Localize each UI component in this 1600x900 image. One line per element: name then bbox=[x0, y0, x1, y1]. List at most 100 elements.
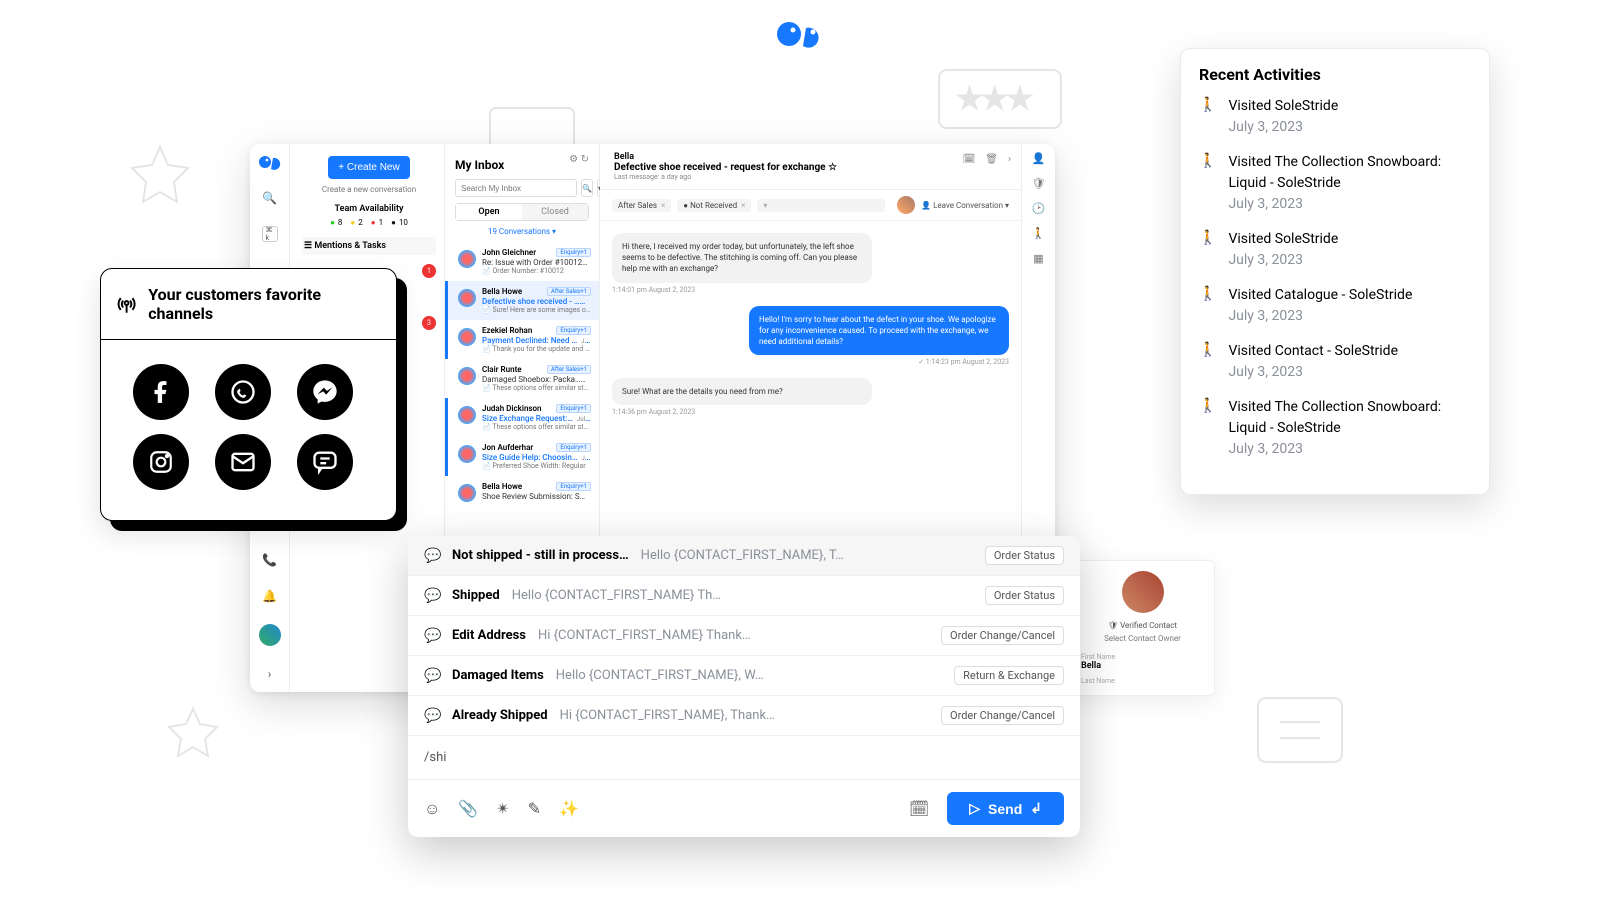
phone-icon[interactable]: 📞 bbox=[262, 552, 278, 568]
conversation-count[interactable]: 19 Conversations ▾ bbox=[445, 227, 599, 236]
conversation-item[interactable]: Clair RunteAfter Sales+1 Damaged Shoebox… bbox=[445, 359, 599, 398]
add-tag[interactable]: ▾ bbox=[757, 199, 885, 212]
activities-card: Recent Activities 🚶 Visited SoleStrideJu… bbox=[1180, 48, 1490, 495]
contact-avatar bbox=[1122, 571, 1164, 613]
conversation-item[interactable]: Jon AufderharEnquiry+1 Size Guide Help: … bbox=[445, 437, 599, 476]
shortcut-icon[interactable]: ⌘ k bbox=[262, 226, 278, 242]
avatar-icon bbox=[458, 406, 476, 424]
instagram-icon[interactable] bbox=[133, 434, 189, 490]
conversation-item[interactable]: Bella HoweEnquiry+1 Shoe Review Submissi… bbox=[445, 476, 599, 508]
walk-icon: 🚶 bbox=[1199, 341, 1216, 383]
message-bubble: Sure! What are the details you need from… bbox=[612, 378, 872, 405]
category-pill: Order Status bbox=[985, 546, 1064, 565]
thread-subject: Defective shoe received - request for ex… bbox=[614, 162, 1007, 173]
quick-reply-row[interactable]: 💬 Damaged Items Hello {CONTACT_FIRST_NAM… bbox=[408, 656, 1080, 696]
shield-icon[interactable]: 🛡 bbox=[1032, 177, 1046, 190]
magic-icon[interactable]: ✨ bbox=[559, 799, 579, 818]
avatar-icon bbox=[458, 289, 476, 307]
edit-icon[interactable]: ✎ bbox=[528, 799, 541, 818]
settings-icon[interactable]: ⚙ bbox=[569, 154, 578, 165]
facebook-icon[interactable] bbox=[133, 364, 189, 420]
quick-reply-row[interactable]: 💬 Edit Address Hi {CONTACT_FIRST_NAME} T… bbox=[408, 616, 1080, 656]
clock-icon[interactable]: 🕑 bbox=[1032, 202, 1046, 215]
bell-icon[interactable]: 🔔 bbox=[262, 588, 278, 604]
avatar-icon bbox=[458, 367, 476, 385]
avatar-icon bbox=[458, 250, 476, 268]
reply-icon: 💬 bbox=[424, 708, 440, 724]
activity-icon[interactable]: 🚶 bbox=[1032, 227, 1046, 240]
create-subtext: Create a new conversation bbox=[302, 185, 436, 194]
tab-closed[interactable]: Closed bbox=[522, 204, 588, 220]
contact-panel: 🛡 Verified Contact Select Contact Owner … bbox=[1070, 560, 1215, 696]
avatar-icon bbox=[458, 328, 476, 346]
reply-icon: 💬 bbox=[424, 628, 440, 644]
quick-reply-row[interactable]: 💬 Already Shipped Hi {CONTACT_FIRST_NAME… bbox=[408, 696, 1080, 736]
leave-conversation[interactable]: 👤 Leave Conversation ▾ bbox=[921, 201, 1009, 210]
brand-mark-icon bbox=[259, 154, 281, 170]
schedule-icon[interactable]: 🗓 bbox=[909, 799, 929, 818]
first-name-value: Bella bbox=[1081, 661, 1204, 671]
calendar-icon[interactable]: 🗓 bbox=[963, 154, 976, 165]
emoji-icon[interactable]: ☺ bbox=[424, 799, 440, 819]
search-icon[interactable]: 🔍 bbox=[262, 190, 278, 206]
contact-icon[interactable]: 👤 bbox=[1032, 152, 1046, 165]
reply-icon: 💬 bbox=[424, 548, 440, 564]
walk-icon: 🚶 bbox=[1199, 152, 1216, 215]
activity-item: 🚶 Visited SoleStrideJuly 3, 2023 bbox=[1199, 96, 1471, 138]
email-icon[interactable] bbox=[215, 434, 271, 490]
avatar-icon bbox=[458, 445, 476, 463]
expand-icon[interactable]: › bbox=[262, 666, 278, 682]
channels-card: Your customers favorite channels bbox=[100, 268, 397, 521]
contact-owner[interactable]: Select Contact Owner bbox=[1081, 634, 1204, 643]
ai-icon[interactable]: ✴ bbox=[496, 799, 509, 818]
category-pill: Order Change/Cancel bbox=[941, 706, 1064, 725]
walk-icon: 🚶 bbox=[1199, 96, 1216, 138]
assignee-avatar[interactable] bbox=[897, 196, 915, 214]
channels-title: Your customers favorite channels bbox=[148, 285, 382, 323]
reply-icon: 💬 bbox=[424, 668, 440, 684]
mentions-tasks[interactable]: ☰ Mentions & Tasks bbox=[302, 237, 436, 255]
whatsapp-icon[interactable] bbox=[215, 364, 271, 420]
quick-reply-row[interactable]: 💬 Not shipped - still in process… Hello … bbox=[408, 536, 1080, 576]
thread-tag[interactable]: After Sales× bbox=[612, 199, 671, 212]
activities-heading: Recent Activities bbox=[1199, 65, 1471, 84]
walk-icon: 🚶 bbox=[1199, 229, 1216, 271]
thread-contact-name: Bella bbox=[614, 152, 1007, 162]
attachment-icon[interactable]: 📎 bbox=[458, 799, 478, 818]
create-new-button[interactable]: + Create New bbox=[328, 156, 409, 179]
composer-input[interactable]: /shi bbox=[408, 736, 1080, 780]
activity-item: 🚶 Visited The Collection Snowboard: Liqu… bbox=[1199, 397, 1471, 460]
sms-icon[interactable] bbox=[297, 434, 353, 490]
user-avatar[interactable] bbox=[259, 624, 281, 646]
verified-label: 🛡 Verified Contact bbox=[1081, 621, 1204, 630]
conversation-item[interactable]: Judah DickinsonEnquiry+1 Size Exchange R… bbox=[445, 398, 599, 437]
conversation-item[interactable]: John GleichnerEnquiry+1 Re: Issue with O… bbox=[445, 242, 599, 281]
walk-icon: 🚶 bbox=[1199, 285, 1216, 327]
search-input[interactable] bbox=[455, 179, 577, 197]
quick-reply-row[interactable]: 💬 Shipped Hello {CONTACT_FIRST_NAME} Th…… bbox=[408, 576, 1080, 616]
message-time: ✓ 1:14:23 pm August 2, 2023 bbox=[612, 358, 1009, 366]
conversation-item[interactable]: Ezekiel RohanEnquiry+1 Payment Declined:… bbox=[445, 320, 599, 359]
expand-right-icon[interactable]: › bbox=[1008, 154, 1011, 165]
activity-item: 🚶 Visited The Collection Snowboard: Liqu… bbox=[1199, 152, 1471, 215]
team-availability-counts: 8 2 1 10 bbox=[302, 218, 436, 227]
conversation-item[interactable]: Bella HoweAfter Sales+1 Defective shoe r… bbox=[445, 281, 599, 320]
activity-item: 🚶 Visited Catalogue - SoleStrideJuly 3, … bbox=[1199, 285, 1471, 327]
send-button[interactable]: ▷ Send ↲ bbox=[947, 792, 1064, 825]
messenger-icon[interactable] bbox=[297, 364, 353, 420]
activity-item: 🚶 Visited Contact - SoleStrideJuly 3, 20… bbox=[1199, 341, 1471, 383]
message-bubble: Hello! I'm sorry to hear about the defec… bbox=[749, 306, 1009, 356]
thread-last-message: Last message: a day ago bbox=[614, 173, 1007, 181]
search-button[interactable]: 🔍 bbox=[581, 179, 593, 197]
thread-tag[interactable]: ● Not Received× bbox=[677, 199, 751, 212]
grid-icon[interactable]: ▦ bbox=[1033, 252, 1043, 265]
archive-icon[interactable]: 🗑 bbox=[985, 154, 998, 165]
inbox-tabs[interactable]: Open Closed bbox=[455, 203, 589, 221]
refresh-icon[interactable]: ↻ bbox=[581, 154, 589, 165]
message-time: 1:14:36 pm August 2, 2023 bbox=[612, 408, 1009, 416]
tab-open[interactable]: Open bbox=[456, 204, 522, 220]
category-pill: Return & Exchange bbox=[954, 666, 1064, 685]
category-pill: Order Change/Cancel bbox=[941, 626, 1064, 645]
last-name-label: Last Name bbox=[1081, 677, 1204, 685]
first-name-label: First Name bbox=[1081, 653, 1204, 661]
